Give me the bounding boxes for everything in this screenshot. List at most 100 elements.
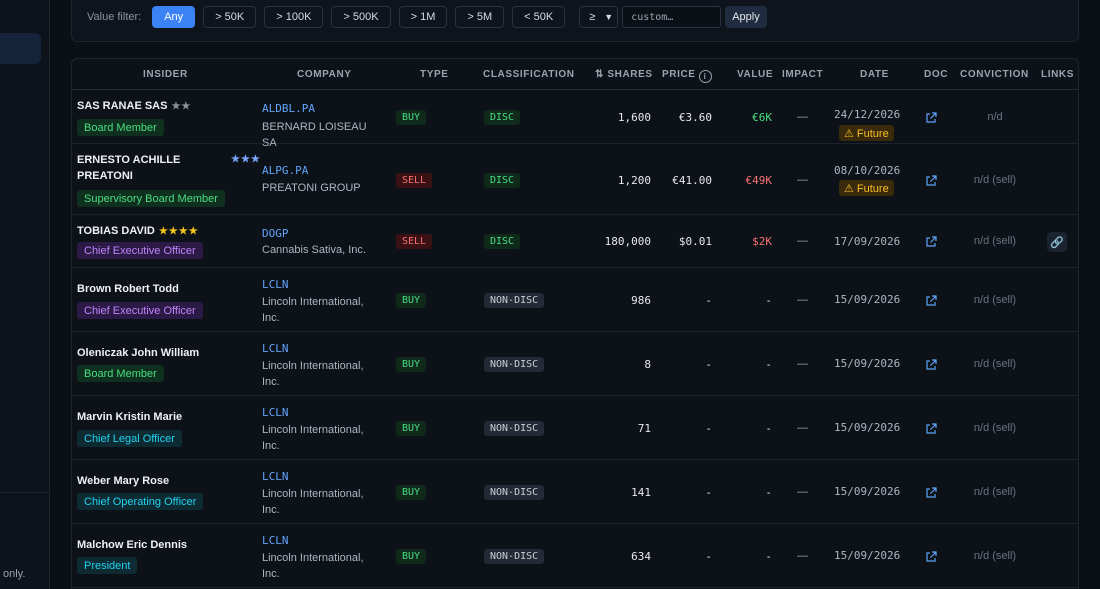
trade-date: 15/09/2026 (834, 421, 901, 434)
header-price[interactable]: PRICE i (662, 69, 712, 83)
external-link-icon[interactable] (925, 112, 937, 124)
classification-badge: NON-DISC (484, 293, 545, 308)
external-link-icon[interactable] (925, 295, 937, 307)
type-badge: SELL (396, 234, 433, 249)
sidebar: only. (0, 0, 50, 589)
impact-value: — (797, 294, 808, 306)
insider-name-cell[interactable]: Marvin Kristin Marie (77, 409, 186, 426)
value-filter-label: Value filter: (87, 11, 142, 23)
chevron-down-icon: ▼ (604, 12, 614, 22)
insider-trades-table: INSIDER COMPANY TYPE CLASSIFICATION ⇅ SH… (71, 58, 1079, 589)
insider-name-cell[interactable]: Malchow Eric Dennis (77, 537, 191, 554)
trade-date: 24/12/2026 (834, 108, 901, 121)
rating-stars-icon: ★★★★ (158, 226, 199, 237)
filter-chip-5m[interactable]: > 5M (455, 6, 505, 28)
role-badge: Board Member (77, 119, 164, 136)
conviction-value: n/d (sell) (973, 486, 1017, 498)
table-row[interactable]: ERNESTO ACHILLE PREATONI ★★★ Supervisory B… (72, 144, 1078, 215)
table-row[interactable]: Weber Mary Rose Chief Operating Officer LC… (72, 460, 1078, 524)
external-link-icon[interactable] (925, 359, 937, 371)
insider-name: Brown Robert Todd (77, 283, 179, 295)
insider-name: ERNESTO ACHILLE PREATONI (77, 154, 181, 182)
shares-value: 1,200 (617, 174, 651, 187)
ticker-link[interactable]: LCLN (262, 406, 289, 419)
value-filter-bar: Value filter: Any > 50K > 100K > 500K > … (71, 0, 1079, 42)
insider-name: Weber Mary Rose (77, 475, 170, 487)
classification-badge: NON-DISC (484, 485, 545, 500)
filter-chip-500k[interactable]: > 500K (331, 6, 391, 28)
info-icon[interactable]: i (698, 70, 712, 83)
type-badge: BUY (396, 485, 427, 500)
classification-badge: NON-DISC (484, 421, 545, 436)
table-row[interactable]: Marvin Kristin Marie Chief Legal Officer L… (72, 396, 1078, 460)
header-type[interactable]: TYPE (420, 69, 449, 80)
insider-name-cell[interactable]: Weber Mary Rose (77, 473, 173, 490)
type-badge: BUY (396, 357, 427, 372)
trade-date: 15/09/2026 (834, 357, 901, 370)
insider-name-cell[interactable]: Brown Robert Todd (77, 281, 183, 298)
table-row[interactable]: Oleniczak John William Board Member LCLN Li… (72, 332, 1078, 396)
type-badge: BUY (396, 421, 427, 436)
external-link-icon[interactable] (925, 175, 937, 187)
custom-value-input[interactable]: custom… (622, 6, 722, 28)
impact-value: — (797, 174, 808, 186)
header-conviction[interactable]: CONVICTION (960, 69, 1029, 80)
insider-name-cell[interactable]: TOBIAS DAVID ★★★★ (77, 223, 199, 240)
table-row[interactable]: Malchow Eric Dennis President LCLN Lincoln … (72, 524, 1078, 588)
insider-name-cell[interactable]: Oleniczak John William (77, 345, 203, 362)
shares-value: 71 (637, 422, 651, 435)
header-date[interactable]: DATE (860, 69, 889, 80)
insider-name: TOBIAS DAVID (77, 225, 155, 237)
ticker-link[interactable]: ALPG.PA (262, 164, 308, 177)
shares-value: 8 (644, 358, 651, 371)
shares-value: 634 (631, 550, 651, 563)
future-warning-badge: ⚠ Future (839, 180, 894, 196)
shares-value: 141 (631, 486, 651, 499)
impact-value: — (797, 111, 808, 123)
operator-select[interactable]: ≥ ▼ (579, 6, 619, 28)
filter-chip-1m[interactable]: > 1M (398, 6, 448, 28)
header-impact[interactable]: IMPACT (782, 69, 823, 80)
insider-name-cell[interactable]: SAS RANAE SAS ★★ (77, 98, 191, 115)
insider-name-cell[interactable]: ERNESTO ACHILLE PREATONI ★★★ (77, 152, 260, 184)
external-link-icon[interactable] (925, 423, 937, 435)
filter-chip-100k[interactable]: > 100K (264, 6, 324, 28)
price-value: €41.00 (672, 174, 712, 187)
filter-chip-under-50k[interactable]: < 50K (512, 6, 566, 28)
header-value[interactable]: VALUE (737, 69, 773, 80)
type-badge: BUY (396, 293, 427, 308)
filter-chip-any[interactable]: Any (152, 6, 196, 28)
ticker-link[interactable]: LCLN (262, 534, 289, 547)
type-badge: SELL (396, 173, 433, 188)
price-value: - (705, 486, 712, 499)
ticker-link[interactable]: LCLN (262, 278, 289, 291)
company-name: Lincoln International, Inc. (262, 488, 364, 516)
company-name: Cannabis Sativa, Inc. (262, 244, 366, 256)
link-icon[interactable]: 🔗 (1047, 232, 1067, 252)
ticker-link[interactable]: DOGP (262, 227, 289, 240)
header-shares[interactable]: ⇅ SHARES (595, 69, 653, 80)
ticker-link[interactable]: LCLN (262, 470, 289, 483)
table-row[interactable]: Brown Robert Todd Chief Executive Officer… (72, 268, 1078, 332)
conviction-value: n/d (987, 111, 1003, 123)
table-row[interactable]: TOBIAS DAVID ★★★★ Chief Executive Officer D… (72, 215, 1078, 268)
trade-date: 15/09/2026 (834, 485, 901, 498)
shares-value: 1,600 (617, 111, 651, 124)
external-link-icon[interactable] (925, 487, 937, 499)
header-price-label: PRICE (662, 69, 696, 80)
ticker-link[interactable]: LCLN (262, 342, 289, 355)
filter-chip-50k[interactable]: > 50K (203, 6, 257, 28)
sidebar-active-item[interactable] (0, 33, 41, 64)
external-link-icon[interactable] (925, 236, 937, 248)
header-insider[interactable]: INSIDER (143, 69, 188, 80)
external-link-icon[interactable] (925, 551, 937, 563)
apply-button[interactable]: Apply (725, 6, 767, 28)
ticker-link[interactable]: ALDBL.PA (262, 102, 315, 115)
conviction-value: n/d (sell) (973, 294, 1017, 306)
header-classification[interactable]: CLASSIFICATION (483, 69, 575, 80)
table-row[interactable]: SAS RANAE SAS ★★ Board Member ALDBL.PA BERNA… (72, 90, 1078, 149)
rating-stars-icon: ★★★ (231, 154, 261, 165)
header-company[interactable]: COMPANY (297, 69, 352, 80)
impact-value: — (797, 550, 808, 562)
trade-value: €6K (752, 111, 772, 124)
